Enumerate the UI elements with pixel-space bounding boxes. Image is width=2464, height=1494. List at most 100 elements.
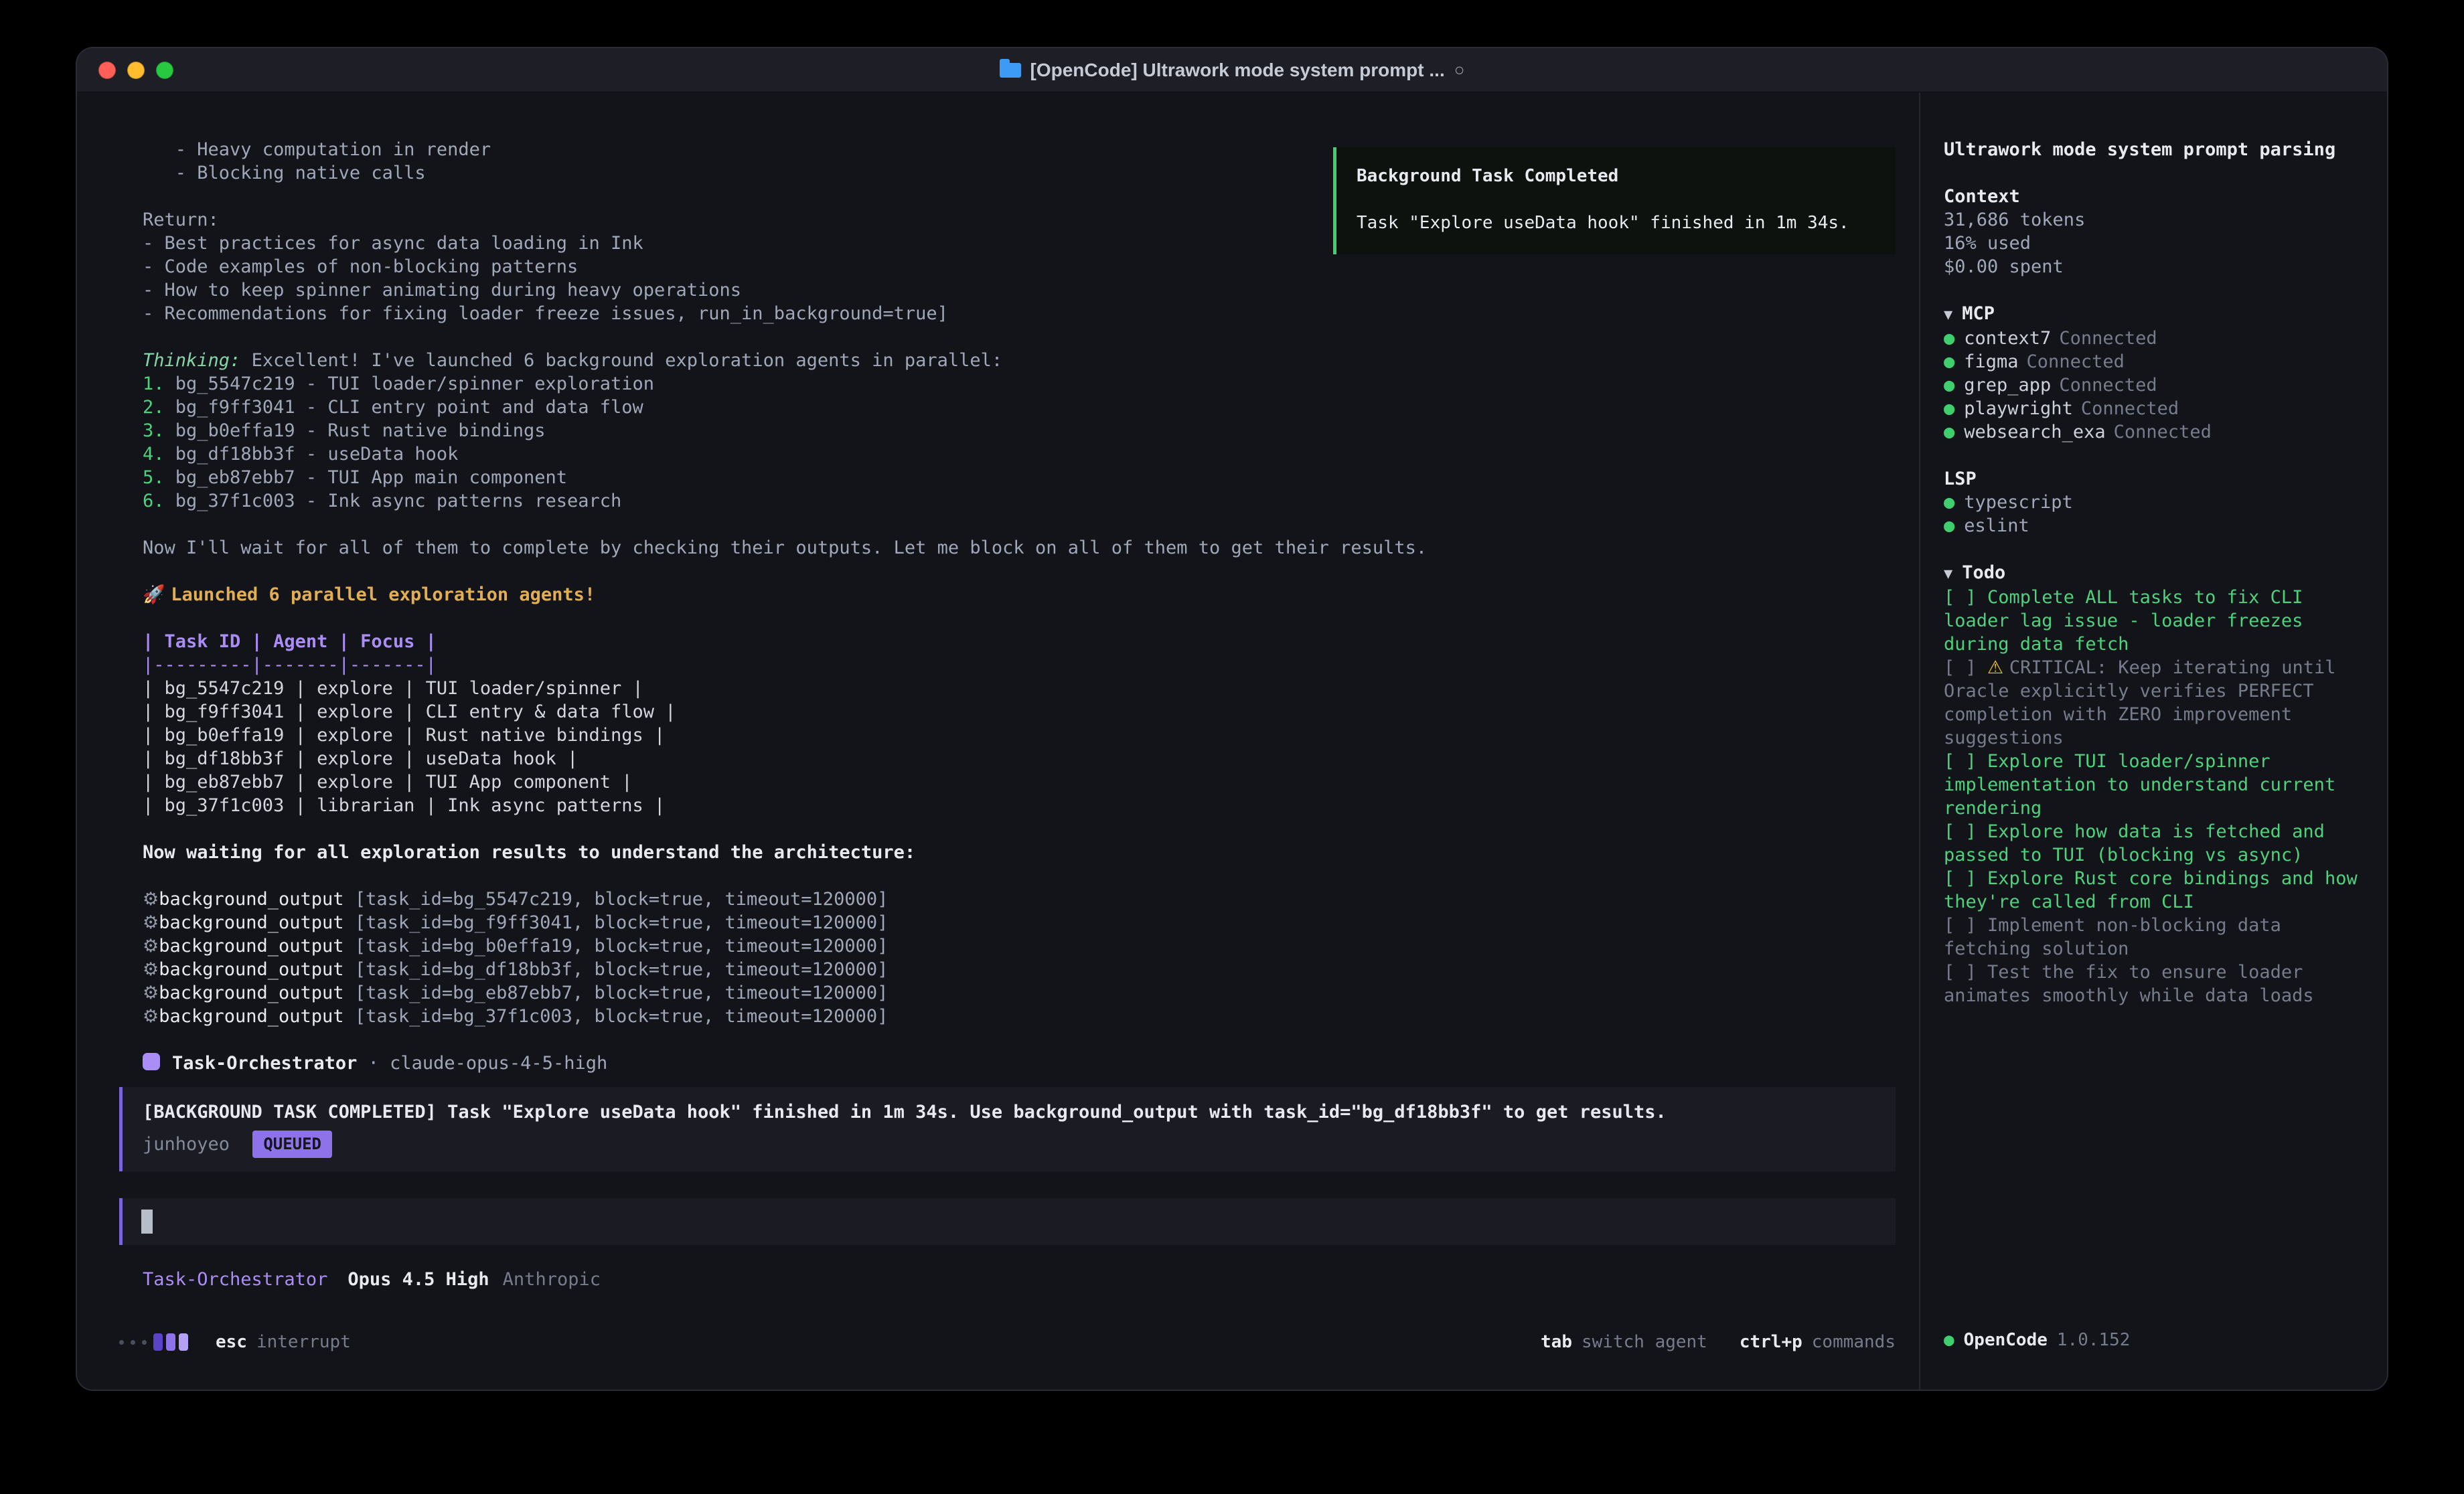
terminal-text: - Recommendations for fixing loader free… bbox=[143, 303, 948, 324]
session-title: Ultrawork mode system prompt parsing bbox=[1944, 138, 2364, 161]
lsp-name: typescript bbox=[1964, 492, 2073, 513]
status-bar-right: tab switch agent ctrl+p commands bbox=[1541, 1332, 1896, 1352]
terminal-line: | bg_df18bb3f | explore | useData hook | bbox=[143, 747, 1892, 770]
esc-key-hint: esc bbox=[216, 1332, 247, 1352]
terminal-line: - Recommendations for fixing loader free… bbox=[143, 302, 1892, 325]
collapse-triangle-icon: ▼ bbox=[1944, 307, 1952, 323]
gear-icon: ⚙ bbox=[143, 912, 159, 933]
prompt-input[interactable] bbox=[119, 1198, 1896, 1245]
status-dot-icon: ● bbox=[1944, 351, 1954, 372]
todo-section: ▼Todo [ ] Complete ALL tasks to fix CLI … bbox=[1944, 561, 2364, 1007]
terminal-line: | bg_f9ff3041 | explore | CLI entry & da… bbox=[143, 700, 1892, 724]
gear-icon: ⚙ bbox=[143, 983, 159, 1003]
close-button[interactable] bbox=[98, 62, 116, 79]
lsp-heading: LSP bbox=[1944, 467, 2364, 491]
status-dot-icon: ● bbox=[1944, 422, 1954, 442]
notification-title: Background Task Completed bbox=[1357, 165, 1875, 187]
terminal-text: Now I'll wait for all of them to complet… bbox=[143, 537, 1427, 558]
todo-section-header[interactable]: ▼ Todo bbox=[1944, 561, 2364, 586]
status-dot-icon: ● bbox=[1944, 515, 1954, 536]
terminal-line bbox=[143, 325, 1892, 349]
terminal-text: bg_df18bb3f - useData hook bbox=[175, 444, 459, 465]
lsp-name: eslint bbox=[1964, 515, 2029, 536]
chat-main: - Heavy computation in render - Blocking… bbox=[77, 92, 1919, 1390]
zoom-button[interactable] bbox=[156, 62, 173, 79]
terminal-line bbox=[143, 513, 1892, 536]
terminal-text: Launched 6 parallel exploration agents! bbox=[171, 584, 595, 605]
model-name[interactable]: Opus 4.5 High bbox=[348, 1269, 489, 1290]
mcp-item: ● figma Connected bbox=[1944, 350, 2364, 374]
terminal-line bbox=[143, 817, 1892, 841]
mcp-item: ●context7Connected bbox=[1944, 327, 2364, 350]
message-author: junhoyeo bbox=[143, 1134, 230, 1155]
mcp-section-header[interactable]: ▼ MCP bbox=[1944, 302, 2364, 327]
agent-name[interactable]: Task-Orchestrator bbox=[143, 1269, 327, 1290]
gear-icon: ⚙ bbox=[143, 1006, 159, 1027]
minimize-button[interactable] bbox=[127, 62, 145, 79]
terminal-line: ⚙background_output [task_id=bg_5547c219,… bbox=[143, 888, 1892, 911]
window-title-text: [OpenCode] Ultrawork mode system prompt … bbox=[1030, 60, 1445, 81]
terminal-text: [task_id=bg_f9ff3041, block=true, timeou… bbox=[355, 912, 889, 933]
terminal-line: | bg_37f1c003 | librarian | Ink async pa… bbox=[143, 794, 1892, 817]
system-message-meta: junhoyeo QUEUED bbox=[143, 1131, 1875, 1158]
terminal-line bbox=[143, 560, 1892, 583]
gear-icon: ⚙ bbox=[143, 959, 159, 980]
todo-item: [ ] Implement non-blocking data fetching… bbox=[1944, 914, 2364, 961]
terminal-line bbox=[143, 1028, 1892, 1052]
terminal-line: ⚙background_output [task_id=bg_b0effa19,… bbox=[143, 934, 1892, 958]
mcp-name: grep_app bbox=[1964, 375, 2051, 396]
collapse-triangle-icon: ▼ bbox=[1944, 566, 1952, 582]
window-controls bbox=[77, 62, 173, 79]
terminal-line: 1. bg_5547c219 - TUI loader/spinner expl… bbox=[143, 372, 1892, 396]
todo-item: [ ] Explore TUI loader/spinner implement… bbox=[1944, 750, 2364, 820]
terminal-text: 6. bbox=[143, 491, 175, 511]
terminal-line: ⚙background_output [task_id=bg_eb87ebb7,… bbox=[143, 981, 1892, 1005]
terminal-text: 4. bbox=[143, 444, 175, 465]
status-dot-icon: ● bbox=[1944, 398, 1954, 419]
gear-icon: ⚙ bbox=[143, 889, 159, 910]
lsp-section: LSP ● typescript ● eslint bbox=[1944, 467, 2364, 537]
status-dot-icon: ● bbox=[1944, 328, 1954, 349]
todo-item: [ ] Explore how data is fetched and pass… bbox=[1944, 820, 2364, 867]
terminal-line: 🚀 Launched 6 parallel exploration agents… bbox=[143, 583, 1892, 606]
status-dot-icon: ● bbox=[1944, 492, 1954, 513]
mcp-status: Connected bbox=[2114, 422, 2212, 442]
terminal-line: Now waiting for all exploration results … bbox=[143, 841, 1892, 864]
terminal-text: Now waiting for all exploration results … bbox=[143, 842, 915, 863]
mcp-name: figma bbox=[1964, 351, 2018, 372]
system-message-text: [BACKGROUND TASK COMPLETED] Task "Explor… bbox=[143, 1100, 1875, 1124]
terminal-text: [task_id=bg_37f1c003, block=true, timeou… bbox=[355, 1006, 889, 1027]
terminal-text: Excellent! I've launched 6 background ex… bbox=[240, 350, 1002, 371]
agent-square-icon bbox=[143, 1053, 160, 1070]
terminal-text: [task_id=bg_df18bb3f, block=true, timeou… bbox=[355, 959, 889, 980]
terminal-line: ⚙background_output [task_id=bg_37f1c003,… bbox=[143, 1005, 1892, 1028]
lsp-item: ● eslint bbox=[1944, 514, 2364, 537]
mcp-name: websearch_exa bbox=[1964, 422, 2105, 442]
queued-badge: QUEUED bbox=[252, 1131, 332, 1158]
terminal-line: - How to keep spinner animating during h… bbox=[143, 278, 1892, 302]
terminal-line: - Code examples of non-blocking patterns bbox=[143, 255, 1892, 278]
terminal-text: bg_eb87ebb7 - TUI App main component bbox=[175, 467, 567, 488]
titlebar: [OpenCode] Ultrawork mode system prompt … bbox=[77, 48, 2387, 92]
context-used: 16% used bbox=[1944, 232, 2364, 255]
mcp-section: ▼MCP ●context7Connected●figmaConnected●g… bbox=[1944, 302, 2364, 444]
terminal-text: background_output bbox=[159, 912, 355, 933]
mcp-heading: MCP bbox=[1962, 303, 1995, 324]
tab-key-label: switch agent bbox=[1582, 1332, 1707, 1352]
mcp-status: Connected bbox=[2059, 375, 2157, 396]
terminal-text: | bg_b0effa19 | explore | Rust native bi… bbox=[143, 725, 665, 746]
terminal-text: - How to keep spinner animating during h… bbox=[143, 280, 741, 301]
todo-heading: Todo bbox=[1962, 562, 2005, 583]
terminal-line bbox=[143, 864, 1892, 888]
terminal-line: 5. bg_eb87ebb7 - TUI App main component bbox=[143, 466, 1892, 489]
terminal-text: - Blocking native calls bbox=[143, 163, 426, 183]
mcp-status: Connected bbox=[2027, 351, 2125, 372]
todo-item: [ ] Test the fix to ensure loader animat… bbox=[1944, 961, 2364, 1007]
terminal-line: | Task ID | Agent | Focus | bbox=[143, 630, 1892, 653]
terminal-text: background_output bbox=[159, 983, 355, 1003]
terminal-line: Task-Orchestrator · claude-opus-4-5-high bbox=[143, 1052, 1892, 1075]
terminal-line: | bg_b0effa19 | explore | Rust native bi… bbox=[143, 724, 1892, 747]
terminal-line: Thinking: Excellent! I've launched 6 bac… bbox=[143, 349, 1892, 372]
window-title: [OpenCode] Ultrawork mode system prompt … bbox=[77, 48, 2387, 92]
terminal-text: background_output bbox=[159, 936, 355, 957]
